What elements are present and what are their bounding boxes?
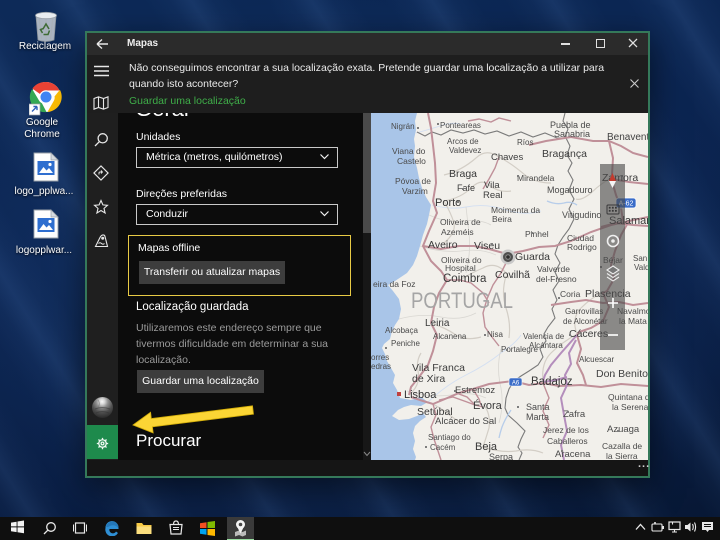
svg-text:Valverde: Valverde <box>537 264 570 274</box>
svg-text:del-Fresno: del-Fresno <box>536 274 577 284</box>
svg-text:Oliveira de: Oliveira de <box>440 217 481 227</box>
svg-text:eira da Foz: eira da Foz <box>373 279 416 289</box>
svg-text:Alcobaça: Alcobaça <box>385 326 418 335</box>
svg-text:Quintana de: Quintana de <box>608 392 648 402</box>
svg-text:Santa: Santa <box>526 402 550 412</box>
svg-text:Chaves: Chaves <box>491 152 523 163</box>
svg-text:Cazalla de: Cazalla de <box>602 441 642 451</box>
svg-text:Azeméis: Azeméis <box>441 227 474 237</box>
svg-text:Pinhel: Pinhel <box>525 229 549 239</box>
svg-text:Garrovillas: Garrovillas <box>565 307 603 316</box>
svg-text:Coria: Coria <box>560 289 581 299</box>
svg-text:Beira: Beira <box>492 214 512 224</box>
svg-text:la Sierra: la Sierra <box>606 451 638 460</box>
svg-text:Évora: Évora <box>473 399 503 412</box>
svg-text:PORTUGAL: PORTUGAL <box>411 288 513 313</box>
svg-text:Alcuescar: Alcuescar <box>579 355 614 364</box>
svg-text:Marta: Marta <box>526 412 549 422</box>
svg-text:Don Benito: Don Benito <box>596 368 648 380</box>
svg-text:Rodrigo: Rodrigo <box>567 242 597 252</box>
svg-text:Cacém: Cacém <box>430 443 456 452</box>
svg-text:Mirandela: Mirandela <box>517 173 555 183</box>
svg-text:Nigrán: Nigrán <box>391 122 415 131</box>
svg-text:Badajoz: Badajoz <box>531 376 573 388</box>
svg-text:Nisa: Nisa <box>487 330 504 339</box>
svg-text:Santiago do: Santiago do <box>428 433 471 442</box>
svg-text:Hospital: Hospital <box>445 263 476 273</box>
svg-text:la Serena: la Serena <box>612 402 648 412</box>
svg-text:Aracena: Aracena <box>555 449 591 460</box>
svg-text:Valencia de: Valencia de <box>523 332 565 341</box>
svg-text:Aveiro: Aveiro <box>428 239 458 251</box>
svg-text:orres: orres <box>371 353 389 362</box>
svg-text:Fafe: Fafe <box>457 183 475 193</box>
svg-text:Peniche: Peniche <box>391 339 420 348</box>
svg-text:Alcácer do Sal: Alcácer do Sal <box>435 416 496 427</box>
svg-text:Zafra: Zafra <box>563 409 586 420</box>
svg-text:Jerez de los: Jerez de los <box>543 425 589 435</box>
svg-text:Alcanena: Alcanena <box>433 332 467 341</box>
svg-text:Coimbra: Coimbra <box>443 273 487 285</box>
svg-text:Viana do: Viana do <box>392 146 426 156</box>
svg-text:Serpa: Serpa <box>489 452 513 460</box>
svg-text:Castelo: Castelo <box>397 156 426 166</box>
svg-text:Braga: Braga <box>449 168 477 180</box>
svg-text:Varzim: Varzim <box>402 186 428 196</box>
svg-text:A6: A6 <box>512 380 520 386</box>
svg-text:Arcos de: Arcos de <box>447 137 479 146</box>
svg-text:Azuaga: Azuaga <box>607 424 640 435</box>
svg-text:Lisboa: Lisboa <box>404 389 437 401</box>
svg-text:Mogadouro: Mogadouro <box>547 185 593 195</box>
svg-text:Guarda: Guarda <box>515 251 550 263</box>
svg-text:de Xira: de Xira <box>412 373 445 385</box>
svg-text:Leiria: Leiria <box>425 318 450 329</box>
svg-text:Bragança: Bragança <box>542 148 587 160</box>
svg-text:edras: edras <box>371 362 391 371</box>
svg-text:Valde: Valde <box>634 263 648 272</box>
svg-text:Ponteareas: Ponteareas <box>440 121 481 130</box>
svg-text:Real: Real <box>483 190 503 201</box>
svg-text:Caballeros: Caballeros <box>547 436 588 446</box>
svg-text:Estremoz: Estremoz <box>455 385 495 396</box>
svg-text:Valdevez: Valdevez <box>449 146 481 155</box>
svg-text:Viseu: Viseu <box>474 240 500 252</box>
svg-text:Sanabria: Sanabria <box>554 129 590 139</box>
svg-text:Póvoa de: Póvoa de <box>395 176 431 186</box>
svg-text:Benavente: Benavente <box>607 132 648 143</box>
svg-text:Vitigudino: Vitigudino <box>562 210 601 220</box>
svg-text:Covilhã: Covilhã <box>495 269 530 281</box>
svg-text:Ríos: Ríos <box>517 138 533 147</box>
svg-text:San M: San M <box>633 254 648 263</box>
